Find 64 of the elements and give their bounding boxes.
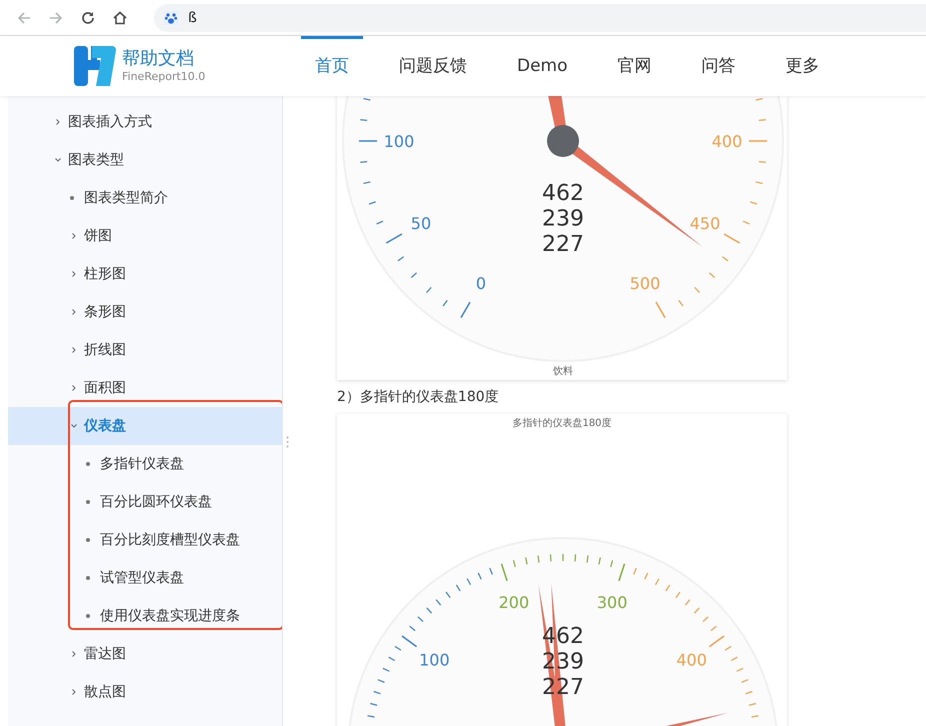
sidebar-item[interactable]: 多指针仪表盘 — [8, 445, 282, 483]
resize-handle-icon[interactable] — [286, 436, 289, 448]
bullet-icon — [86, 614, 90, 618]
sidebar-item[interactable]: 折线图 — [8, 331, 282, 369]
forward-arrow-icon — [48, 10, 64, 26]
bullet-icon — [86, 576, 90, 580]
address-bar[interactable]: ß — [154, 4, 926, 32]
tick-label: 400 — [712, 132, 742, 151]
sidebar-item[interactable]: 百分比圆环仪表盘 — [8, 483, 282, 521]
chevron-down-icon[interactable] — [70, 422, 78, 430]
sidebar-item[interactable]: 散点图 — [8, 673, 282, 711]
sidebar-item[interactable]: 条形图 — [8, 293, 282, 331]
chart-title: 多指针的仪表盘180度 — [511, 416, 613, 430]
tick-label: 450 — [690, 214, 720, 233]
bullet-icon — [86, 538, 90, 542]
tick-label: 400 — [676, 650, 707, 670]
chevron-right-icon[interactable] — [70, 232, 78, 240]
back-arrow-icon — [16, 10, 32, 26]
sidebar-item[interactable]: 图表类型简介 — [8, 179, 282, 217]
nav-tab[interactable]: 官网 — [604, 36, 666, 96]
chevron-right-icon[interactable] — [70, 384, 78, 392]
address-text: ß — [188, 10, 197, 26]
section-heading: 2）多指针的仪表盘180度 — [337, 388, 500, 406]
chart-caption: 饮料 — [553, 366, 573, 377]
sidebar-item[interactable]: 面积图 — [8, 369, 282, 407]
gauge-value: 239 — [542, 206, 584, 232]
tick-label: 500 — [630, 274, 660, 294]
sidebar-item[interactable]: 饼图 — [8, 217, 282, 255]
tick-label: 50 — [410, 214, 432, 233]
nav-tab[interactable]: 问题反馈 — [385, 36, 481, 96]
tick-label: 100 — [384, 132, 414, 151]
paw-icon — [164, 10, 178, 24]
home-icon — [112, 10, 128, 26]
sidebar-item[interactable]: 使用仪表盘实现进度条 — [8, 597, 282, 635]
sidebar-item[interactable]: 柱形图 — [8, 255, 282, 293]
nav-tab[interactable]: 问答 — [688, 36, 750, 96]
tick-label: 0 — [476, 274, 486, 294]
chevron-right-icon[interactable] — [70, 270, 78, 278]
gauge-value: 462 — [542, 181, 584, 206]
nav-tab[interactable]: 更多 — [772, 36, 834, 96]
tick-label: 100 — [419, 650, 450, 670]
gauge-value: 227 — [542, 232, 584, 257]
nav-tab[interactable]: Demo — [503, 36, 582, 96]
sidebar-item[interactable]: 百分比刻度槽型仪表盘 — [8, 521, 282, 559]
chevron-down-icon[interactable] — [54, 156, 62, 164]
chevron-right-icon[interactable] — [70, 688, 78, 696]
tick-label: 200 — [498, 592, 530, 612]
sidebar-item[interactable]: 雷达图 — [8, 635, 282, 673]
chevron-right-icon[interactable] — [54, 118, 62, 126]
logo-icon — [74, 46, 116, 86]
bullet-icon — [86, 462, 90, 466]
chevron-right-icon[interactable] — [70, 346, 78, 354]
bullet-icon — [86, 500, 90, 504]
needle-hub — [547, 125, 579, 157]
tick-label: 300 — [596, 592, 628, 612]
sidebar-item[interactable]: 试管型仪表盘 — [8, 559, 282, 597]
bullet-icon — [70, 196, 74, 200]
logo-title: 帮助文档 — [122, 48, 195, 70]
sidebar-item[interactable]: 图表类型 — [8, 141, 282, 179]
sidebar-item[interactable]: 图表插入方式 — [8, 103, 282, 141]
chevron-right-icon[interactable] — [70, 308, 78, 316]
chevron-right-icon[interactable] — [70, 650, 78, 658]
logo-subtitle: FineReport10.0 — [122, 70, 206, 84]
reload-icon — [80, 10, 96, 26]
